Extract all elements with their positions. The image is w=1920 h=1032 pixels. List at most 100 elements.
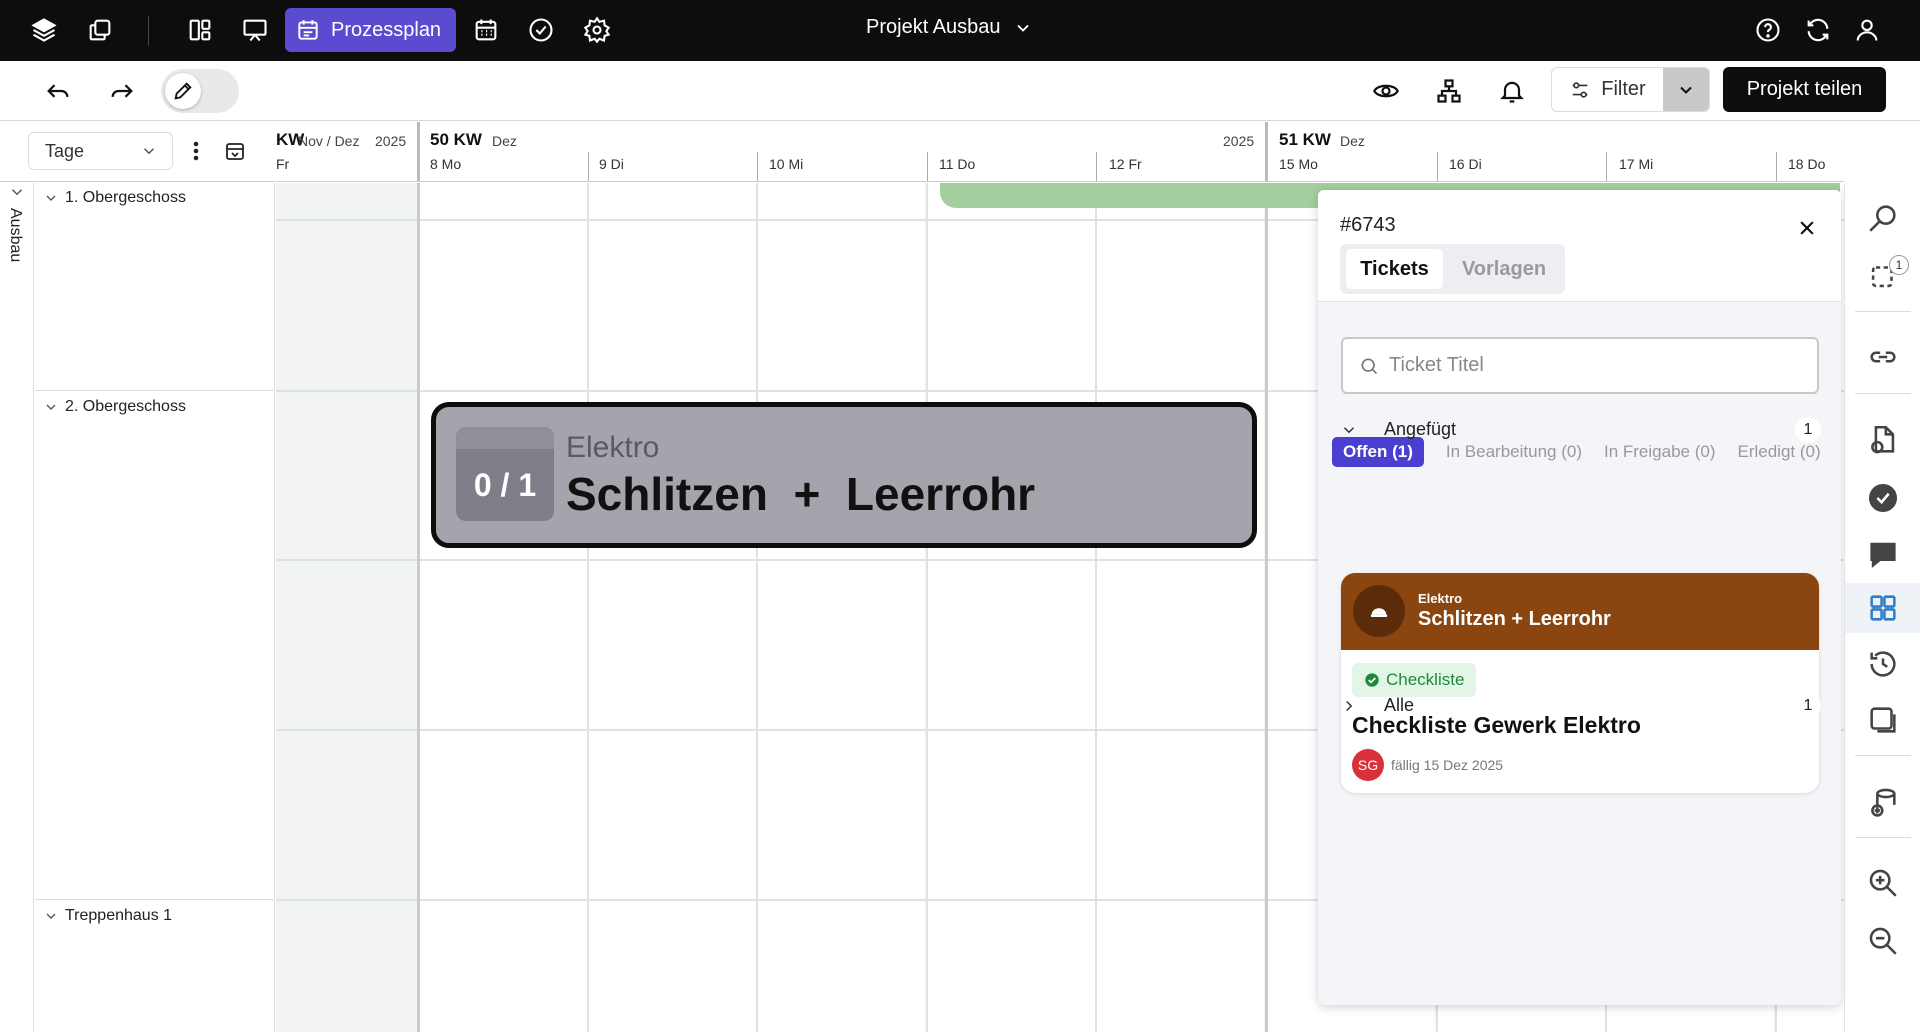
hierarchy-icon[interactable] — [1429, 71, 1469, 111]
presentation-icon[interactable] — [235, 10, 275, 50]
chevron-down-icon[interactable] — [8, 183, 26, 201]
group-toggle-2[interactable]: 2. Obergeschoss — [43, 398, 186, 416]
project-title: Projekt Ausbau — [866, 16, 1001, 38]
toggle-knob — [165, 73, 201, 109]
rail-divider — [1855, 393, 1911, 394]
filter-main[interactable]: Filter — [1552, 78, 1663, 101]
hardhat-icon — [1353, 585, 1405, 637]
section-label: Alle — [1384, 695, 1415, 715]
selection-icon[interactable]: 1 — [1845, 251, 1920, 301]
user-icon[interactable] — [1847, 10, 1887, 50]
filter-dropdown[interactable] — [1663, 68, 1709, 111]
group-toggle-1[interactable]: 1. Obergeschoss — [43, 189, 186, 207]
search-icon[interactable] — [1845, 193, 1920, 243]
week-line — [1265, 183, 1268, 1032]
section-angefuegt[interactable]: Angefügt 1 — [1318, 415, 1841, 445]
edit-mode-toggle[interactable] — [161, 69, 239, 113]
close-icon — [1800, 221, 1814, 235]
link-icon[interactable] — [1845, 332, 1920, 382]
filter-label: Filter — [1601, 78, 1646, 100]
dashboard-icon[interactable] — [180, 10, 220, 50]
project-selector[interactable]: Projekt Ausbau — [866, 16, 1033, 39]
add-database-icon[interactable] — [1845, 777, 1920, 827]
day-column — [1097, 183, 1264, 1032]
selection-count-badge: 1 — [1889, 255, 1909, 275]
tab-vorlagen[interactable]: Vorlagen — [1448, 249, 1560, 289]
zoom-select[interactable]: Tage — [28, 132, 173, 170]
badge-label: Checkliste — [1386, 670, 1465, 689]
day-tick — [757, 152, 758, 181]
counter-value: 0 / 1 — [473, 467, 537, 503]
document-import-icon[interactable] — [1845, 415, 1920, 465]
rail-divider — [1855, 837, 1911, 838]
calendar-icon — [298, 20, 318, 40]
collapse-calendar-icon[interactable] — [220, 136, 250, 166]
day-line — [756, 183, 758, 1032]
ticket-search[interactable] — [1341, 337, 1819, 394]
toolbar-divider — [148, 16, 149, 46]
day-line — [1095, 183, 1097, 1032]
search-icon — [1361, 358, 1378, 374]
tab-tickets[interactable]: Tickets — [1346, 249, 1443, 289]
help-icon[interactable] — [1748, 10, 1788, 50]
day-label: 9 Di — [599, 156, 624, 172]
outer-group-strip: Ausbau — [0, 183, 34, 1032]
day-line — [587, 183, 589, 1032]
day-label: 12 Fr — [1109, 156, 1142, 172]
section-alle[interactable]: Alle 1 — [1318, 691, 1841, 721]
layers-icon[interactable] — [24, 10, 64, 50]
undo-icon[interactable] — [38, 71, 78, 111]
day-label: Fr — [276, 156, 290, 172]
prozessplan-button[interactable]: Prozessplan — [285, 8, 456, 52]
status-tab-erledigt[interactable]: Erledigt (0) — [1737, 442, 1820, 462]
redo-icon[interactable] — [102, 71, 142, 111]
eye-icon[interactable] — [1366, 71, 1406, 111]
zoom-in-icon[interactable] — [1845, 858, 1920, 908]
day-label: 11 Do — [939, 156, 976, 172]
week-separator — [1265, 122, 1268, 181]
copy-icon[interactable] — [80, 10, 120, 50]
group-label: Treppenhaus 1 — [65, 907, 173, 924]
more-vertical-icon[interactable] — [181, 136, 211, 166]
chevron-down-icon — [1680, 86, 1692, 94]
zoom-out-icon[interactable] — [1845, 916, 1920, 966]
day-label: 16 Di — [1449, 156, 1482, 172]
day-column — [589, 183, 756, 1032]
group-row: 1. Obergeschoss — [35, 183, 275, 391]
check-circle-icon — [1365, 673, 1379, 687]
check-circle-icon[interactable] — [1845, 473, 1920, 523]
day-line — [926, 183, 928, 1032]
calendar-grid-icon[interactable] — [466, 10, 506, 50]
task-title: Schlitzen + Leerrohr — [566, 468, 1036, 520]
ticket-search-input[interactable] — [1389, 354, 1789, 377]
group-toggle-3[interactable]: Treppenhaus 1 — [43, 907, 172, 925]
bell-icon[interactable] — [1492, 71, 1532, 111]
filter-button[interactable]: Filter — [1551, 67, 1710, 112]
history-icon[interactable] — [1845, 639, 1920, 689]
chevron-right-icon — [1340, 697, 1358, 715]
status-tab-in-freigabe[interactable]: In Freigabe (0) — [1604, 442, 1716, 462]
section-label: Angefügt — [1384, 419, 1457, 439]
day-tick — [927, 152, 928, 181]
panel-tabs: Tickets Vorlagen — [1340, 244, 1565, 294]
week-month: Dez — [492, 133, 517, 149]
week-label: 51 KW — [1279, 130, 1331, 149]
comment-icon[interactable] — [1845, 529, 1920, 579]
share-project-button[interactable]: Projekt teilen — [1723, 67, 1886, 112]
ticket-trade: Elektro — [1418, 591, 1463, 606]
counter-cap — [456, 427, 554, 449]
settings-gear-icon[interactable] — [577, 10, 617, 50]
status-tab-in-bearbeitung[interactable]: In Bearbeitung (0) — [1446, 442, 1582, 462]
close-panel-button[interactable] — [1793, 214, 1821, 242]
check-circle-icon[interactable] — [521, 10, 561, 50]
week-label: 50 KW — [430, 130, 482, 149]
task-bar-schlitzen[interactable]: 0 / 1 Elektro Schlitzen + Leerrohr — [431, 402, 1257, 548]
week-months: Nov / Dez — [298, 133, 360, 149]
ticket-card[interactable]: Elektro Schlitzen + Leerrohr Checkliste … — [1341, 573, 1819, 793]
grid-view-icon[interactable] — [1845, 583, 1920, 633]
layers-copy-icon[interactable] — [1845, 695, 1920, 745]
day-label: 17 Mi — [1619, 156, 1654, 172]
refresh-icon[interactable] — [1798, 10, 1838, 50]
group-label: 1. Obergeschoss — [65, 189, 186, 206]
section-count: 1 — [1795, 417, 1821, 443]
